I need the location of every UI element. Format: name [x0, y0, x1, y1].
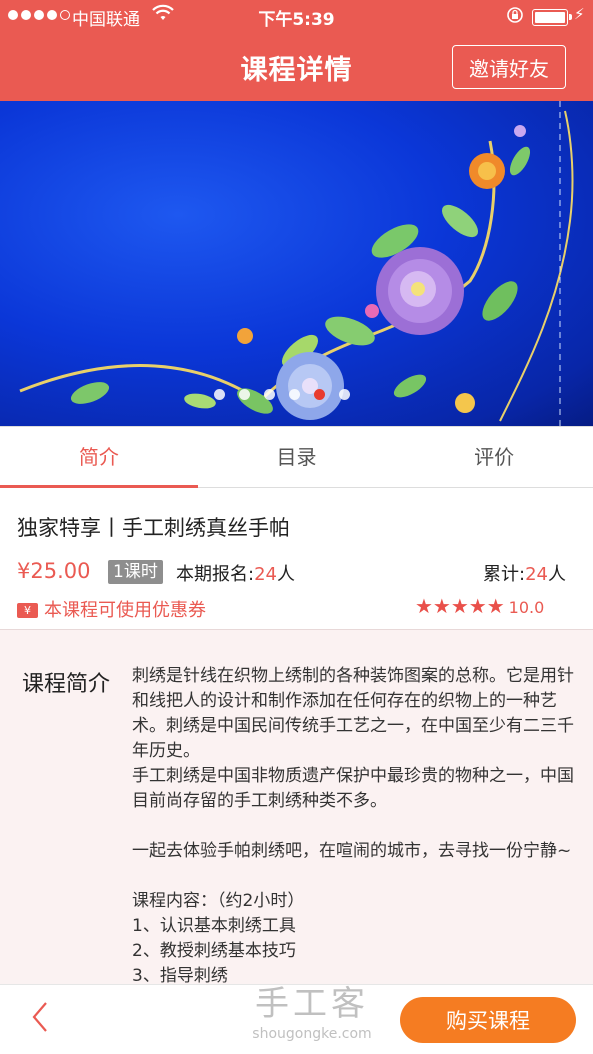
description-heading: 课程简介	[22, 672, 111, 697]
tab-reviews[interactable]: 评价	[395, 427, 593, 487]
invite-friends-button[interactable]: 邀请好友	[452, 45, 566, 89]
tab-bar: 简介 目录 评价	[0, 426, 593, 488]
top-bar: 中国联通 下午5:39 ⚡ 课程详情 邀请好友	[0, 0, 593, 101]
back-chevron-icon[interactable]	[30, 999, 50, 1044]
rating: ★★★★★ 10.0	[415, 594, 544, 618]
star-rating-icon: ★★★★★	[415, 594, 505, 618]
coupon-icon: ¥	[17, 603, 38, 618]
total-count: 累计:24人	[483, 564, 566, 585]
bottom-bar: 购买课程	[0, 984, 593, 1054]
status-bar: 中国联通 下午5:39 ⚡	[0, 0, 593, 34]
charging-icon: ⚡	[574, 5, 585, 23]
buy-course-button[interactable]: 购买课程	[400, 997, 576, 1043]
banner-image[interactable]	[0, 101, 593, 426]
description-text: 刺绣是针线在织物上绣制的各种装饰图案的总称。它是用针和线把人的设计和制作添加在任…	[132, 666, 574, 986]
course-title: 独家特享丨手工刺绣真丝手帕	[17, 516, 290, 540]
clock: 下午5:39	[258, 10, 335, 30]
pagination-dot[interactable]	[239, 389, 250, 400]
course-price: ¥25.00	[17, 559, 91, 583]
banner-pagination[interactable]	[214, 389, 350, 400]
pagination-dot[interactable]	[264, 389, 275, 400]
pagination-dot[interactable]	[289, 389, 300, 400]
tab-catalog[interactable]: 目录	[198, 427, 396, 487]
embroidery-illustration	[19, 101, 574, 426]
enrollment-count: 本期报名:24人	[176, 564, 295, 585]
rotation-lock-icon	[506, 6, 524, 29]
course-description: 课程简介 刺绣是针线在织物上绣制的各种装饰图案的总称。它是用针和线把人的设计和制…	[0, 630, 593, 990]
pagination-dot[interactable]	[339, 389, 350, 400]
course-info: 独家特享丨手工刺绣真丝手帕 ¥25.00 1课时 本期报名:24人 累计:24人…	[0, 488, 593, 630]
pagination-dot[interactable]	[214, 389, 225, 400]
rating-score: 10.0	[508, 598, 545, 617]
pagination-dot-active[interactable]	[314, 389, 325, 400]
battery-icon	[532, 9, 572, 26]
tab-intro[interactable]: 简介	[0, 427, 198, 488]
coupon-notice[interactable]: ¥ 本课程可使用优惠券	[17, 596, 206, 622]
lesson-count-badge: 1课时	[108, 560, 163, 584]
